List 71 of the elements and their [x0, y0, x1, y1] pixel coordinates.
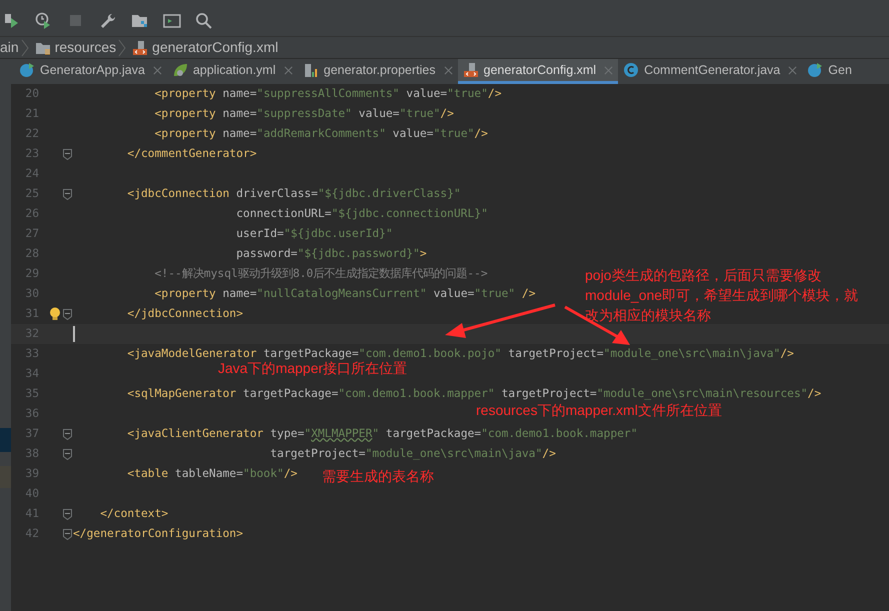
line-number: 33	[24, 346, 39, 362]
line-number: 38	[24, 446, 39, 462]
xml-file-icon	[132, 40, 148, 56]
line-number: 25	[24, 186, 39, 202]
line-number: 36	[24, 406, 39, 422]
line-number: 34	[24, 366, 39, 382]
fold-marker-icon[interactable]	[63, 448, 72, 460]
code-line: <table tableName="book"/>	[127, 466, 298, 480]
editor-tab[interactable]: application.yml	[166, 59, 298, 84]
code-line: <!--解决mysql驱动升级到8.0后不生成指定数据库代码的问题-->	[154, 266, 488, 280]
code-line: </commentGenerator>	[127, 146, 257, 160]
line-number: 21	[24, 106, 39, 122]
code-line: userId="${jdbc.userId}"	[236, 226, 393, 240]
breadcrumb-item[interactable]: resources	[54, 37, 116, 58]
annotation-text: resources下的mapper.xml文件所在位置	[476, 401, 722, 420]
line-number: 40	[24, 486, 39, 502]
line-number: 30	[24, 286, 39, 302]
line-number: 22	[24, 126, 39, 142]
fold-marker-icon[interactable]	[63, 508, 72, 520]
line-number: 29	[24, 266, 39, 282]
code-line: <jdbcConnection driverClass="${jdbc.driverClass}"	[127, 186, 461, 200]
line-number: 41	[24, 506, 39, 522]
code-line: </generatorConfiguration>	[73, 526, 244, 540]
code-line: <javaModelGenerator targetPackage="com.demo1.book.pojo" targetProject="module_one\src\main\java"/>	[127, 346, 794, 360]
code-line: </jdbcConnection>	[127, 306, 244, 320]
chevron-icon	[20, 38, 29, 56]
breadcrumb-item[interactable]: ain	[0, 37, 19, 58]
code-line: <property name="suppressDate" value="true"/>	[154, 106, 454, 120]
editor-tab[interactable]: CommentGenerator.java	[618, 59, 802, 84]
code-line: <javaClientGenerator type="XMLMAPPER" targetPackage="com.demo1.book.mapper"	[127, 426, 638, 440]
fold-marker-icon[interactable]	[63, 148, 72, 160]
code-line: </context>	[100, 506, 168, 520]
chevron-icon	[118, 38, 126, 56]
editor-tab[interactable]: GeneratorApp.java	[14, 59, 167, 84]
editor-tab[interactable]: generatorConfig.xml	[458, 59, 618, 84]
search-icon[interactable]	[194, 11, 214, 31]
line-number: 20	[24, 86, 39, 102]
annotation-text: Java下的mapper接口所在位置	[218, 360, 408, 378]
line-number: 37	[24, 426, 39, 442]
fold-marker-icon[interactable]	[63, 428, 72, 440]
line-number: 35	[24, 386, 39, 402]
line-number: 31	[24, 306, 39, 322]
leaf-icon	[172, 62, 188, 78]
editor-tab[interactable]: Gen	[802, 59, 857, 84]
xml-file-icon	[462, 62, 479, 78]
code-line: password="${jdbc.password}">	[236, 246, 427, 260]
line-number: 28	[24, 246, 39, 262]
line-number: 24	[24, 166, 39, 182]
class-icon	[623, 62, 640, 78]
fold-marker-icon[interactable]	[63, 308, 72, 320]
code-line: targetProject="module_one\src\main\java"/>	[270, 446, 556, 460]
line-number: 26	[24, 206, 39, 222]
breadcrumb-item[interactable]: generatorConfig.xml	[152, 37, 278, 58]
text-caret	[73, 326, 74, 342]
class-run-icon	[807, 62, 824, 78]
line-number: 27	[24, 226, 39, 242]
fold-marker-icon[interactable]	[63, 188, 72, 200]
line-number: 23	[24, 146, 39, 162]
annotation-text: 需要生成的表名称	[322, 467, 434, 486]
editor-tab[interactable]: generator.properties	[298, 59, 458, 84]
line-number: 39	[24, 466, 39, 482]
class-run-icon	[19, 62, 35, 78]
code-line: connectionURL="${jdbc.connectionURL}"	[236, 206, 488, 220]
code-line: <property name="nullCatalogMeansCurrent" value="true" />	[154, 286, 536, 300]
line-number: 42	[24, 526, 39, 542]
lightbulb-icon[interactable]	[49, 307, 61, 321]
fold-marker-icon[interactable]	[63, 528, 72, 540]
code-line: <property name="suppressAllComments" value="true"/>	[154, 86, 502, 100]
bar-chart-icon	[302, 62, 319, 78]
code-line: <sqlMapGenerator targetPackage="com.demo1.book.mapper" targetProject="module_one\src\main\resources"/>	[127, 386, 822, 400]
code-line: <property name="addRemarkComments" value="true"/>	[154, 126, 488, 140]
